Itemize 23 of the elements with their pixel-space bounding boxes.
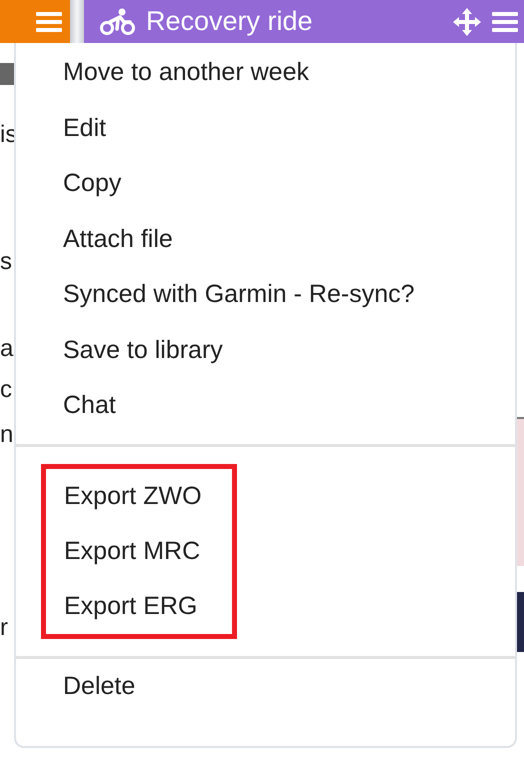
description-text: n — [0, 421, 14, 449]
menu-item[interactable]: Export ERG — [46, 578, 232, 634]
menu-item[interactable]: Chat — [16, 378, 515, 434]
cyclist-icon — [100, 8, 136, 36]
description-text: r — [0, 614, 9, 642]
menu-item[interactable]: Edit — [16, 100, 515, 156]
menu-item[interactable]: Copy — [16, 156, 515, 212]
menu-item[interactable]: Export ZWO — [46, 468, 232, 524]
menu-item[interactable]: Save to library — [16, 322, 515, 378]
menu-icon[interactable] — [36, 10, 62, 34]
menu-item[interactable]: Synced with Garmin - Re-sync? — [16, 267, 515, 322]
move-icon[interactable] — [452, 6, 482, 36]
description-text: c — [0, 376, 13, 404]
menu-item[interactable]: Export MRC — [46, 524, 232, 578]
menu-item[interactable]: Attach file — [16, 212, 515, 267]
description-text: s — [0, 248, 13, 276]
splitter-handle[interactable] — [70, 0, 84, 43]
menu-item[interactable]: Delete — [16, 658, 515, 714]
workout-title: Recovery ride — [146, 6, 313, 37]
menu-icon[interactable] — [492, 10, 518, 34]
toolbar-icon — [0, 63, 14, 85]
menu-item[interactable]: Move to another week — [16, 45, 515, 100]
description-text: a — [0, 335, 14, 363]
